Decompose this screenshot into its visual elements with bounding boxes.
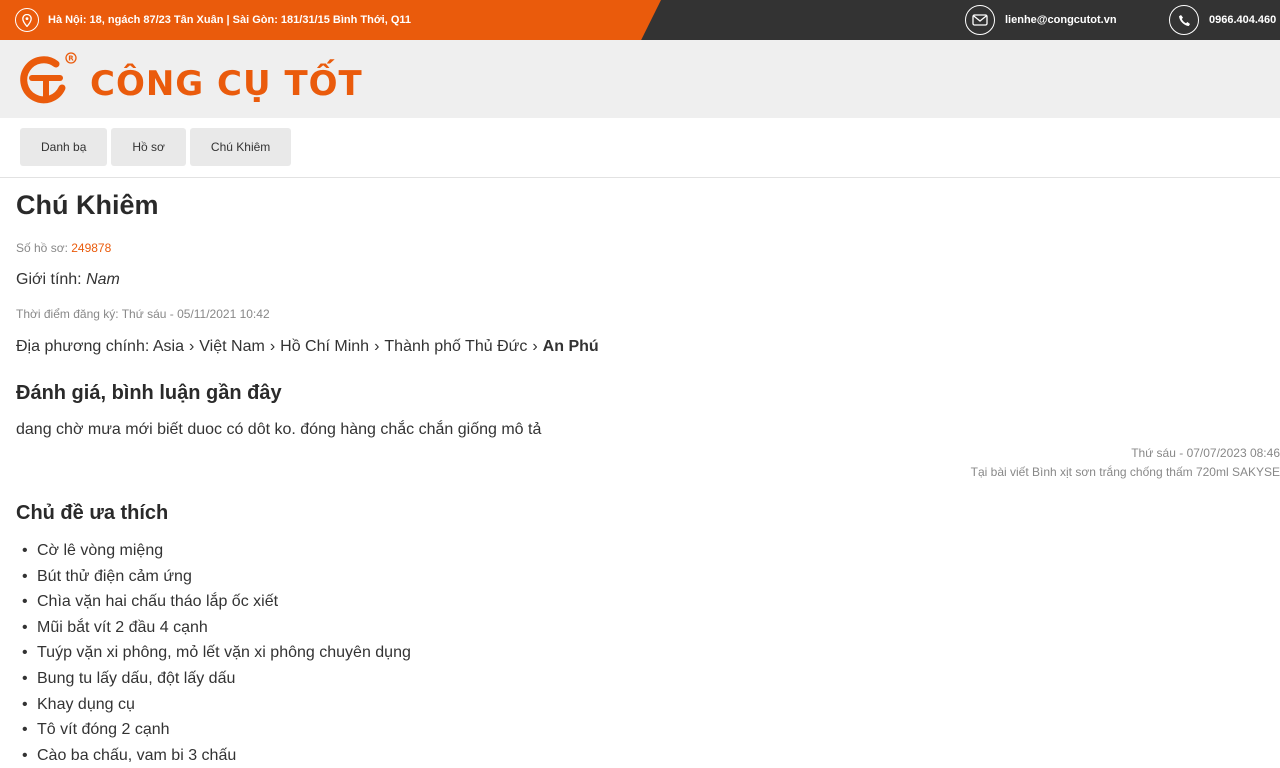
- location-separator: ›: [188, 338, 195, 355]
- location-separator: ›: [269, 338, 276, 355]
- logo-wordmark: CÔNG CỤ TỐT: [90, 64, 363, 104]
- bullet: •: [22, 593, 28, 611]
- location-separator: ›: [532, 338, 538, 355]
- list-item[interactable]: • Bút thử điện cảm ứng: [16, 564, 411, 590]
- list-item[interactable]: • Khay dụng cụ: [16, 692, 411, 718]
- address-text: Hà Nội: 18, ngách 87/23 Tân Xuân | Sài G…: [48, 14, 412, 26]
- review-source-link[interactable]: Tại bài viết Bình xịt sơn trắng chống th…: [971, 465, 1280, 479]
- bullet: •: [22, 721, 28, 739]
- location-an-phu: An Phú: [542, 338, 599, 355]
- profile-number: Số hồ sơ: 249878: [16, 241, 111, 255]
- top-contact-bar: Hà Nội: 18, ngách 87/23 Tân Xuân | Sài G…: [0, 0, 1280, 40]
- list-item[interactable]: • Chìa vặn hai chấu tháo lắp ốc xiết: [16, 589, 411, 615]
- list-item[interactable]: • Cờ lê vòng miệng: [16, 538, 411, 564]
- logo-mark-icon: R: [20, 52, 77, 104]
- breadcrumb-ho-so[interactable]: Hồ sơ: [111, 128, 186, 166]
- registration-time: Thời điểm đăng ký: Thứ sáu - 05/11/2021 …: [16, 307, 270, 321]
- list-item[interactable]: • Mũi bắt vít 2 đầu 4 cạnh: [16, 615, 411, 641]
- location-asia[interactable]: Asia: [153, 338, 184, 355]
- list-item[interactable]: • Bung tu lấy dấu, đột lấy dấu: [16, 666, 411, 692]
- bullet: •: [22, 542, 28, 559]
- bullet: •: [22, 695, 28, 713]
- location-ho-chi-minh[interactable]: Hồ Chí Minh: [280, 338, 369, 355]
- svg-text:R: R: [68, 55, 74, 63]
- gender-value: Nam: [86, 271, 120, 288]
- phone-text: 0966.404.460: [1209, 14, 1277, 26]
- location-thu-duc[interactable]: Thành phố Thủ Đức: [384, 338, 527, 355]
- favorite-topic: Bung tu lấy dấu, đột lấy dấu: [37, 669, 236, 687]
- list-item[interactable]: • Tuýp vặn xi phông, mỏ lết vặn xi phông …: [16, 640, 411, 666]
- email-text: lienhe@congcutot.vn: [1005, 14, 1117, 26]
- location-row: Địa phương chính: Asia › Việt Nam › Hồ Chí M…: [16, 338, 599, 356]
- bullet: •: [22, 746, 28, 764]
- favorites-heading: Chủ đề ưa thích: [16, 502, 169, 524]
- location-vietnam[interactable]: Việt Nam: [199, 338, 265, 355]
- review-text: dang chờ mưa mới biết duoc có dôt ko. đó…: [16, 421, 542, 438]
- profile-number-value: 249878: [71, 241, 112, 255]
- site-logo[interactable]: R CÔNG CỤ TỐT: [16, 50, 363, 110]
- review-meta: Thứ sáu - 07/07/2023 08:46 Tại bài viết …: [971, 444, 1280, 482]
- favorite-topic: Bút thử điện cảm ứng: [37, 567, 192, 585]
- gender-label: Giới tính:: [16, 271, 87, 288]
- favorite-topic: Tuýp vặn xi phông, mỏ lết vặn xi phông c…: [37, 644, 411, 662]
- breadcrumb-current-profile[interactable]: Chú Khiêm: [189, 128, 292, 166]
- profile-number-label: Số hồ sơ:: [16, 241, 72, 255]
- address-info: Hà Nội: 18, ngách 87/23 Tân Xuân | Sài G…: [15, 0, 411, 40]
- header-divider: [0, 177, 1280, 178]
- location-pin-icon: [15, 8, 39, 32]
- list-item[interactable]: • Tô vít đóng 2 cạnh: [16, 717, 411, 743]
- phone-icon: [1169, 5, 1199, 35]
- bullet: •: [22, 669, 28, 687]
- location-separator: ›: [374, 338, 380, 355]
- review-date: Thứ sáu - 07/07/2023 08:46: [1131, 446, 1280, 460]
- bullet: •: [22, 618, 28, 636]
- favorites-list: • Cờ lê vòng miệng • Bút thử điện cảm ứng …: [16, 538, 411, 768]
- favorite-topic: Tô vít đóng 2 cạnh: [37, 721, 170, 739]
- favorite-topic: Mũi bắt vít 2 đầu 4 cạnh: [37, 618, 208, 636]
- mail-icon: [965, 5, 995, 35]
- bullet: •: [22, 567, 28, 585]
- site-header: R CÔNG CỤ TỐT: [0, 40, 1280, 118]
- phone-link[interactable]: 0966.404.460: [1169, 0, 1276, 40]
- breadcrumb: Danh bạ Hồ sơ Chú Khiêm: [20, 128, 292, 166]
- list-item[interactable]: • Cào ba chấu, vam bi 3 chấu: [16, 743, 411, 768]
- email-link[interactable]: lienhe@congcutot.vn: [965, 0, 1117, 40]
- favorite-topic: Khay dụng cụ: [37, 695, 135, 713]
- gender-row: Giới tính: Nam: [16, 271, 120, 289]
- favorite-topic: Cờ lê vòng miệng: [37, 542, 164, 559]
- bullet: •: [22, 644, 28, 662]
- favorite-topic: Chìa vặn hai chấu tháo lắp ốc xiết: [37, 593, 279, 611]
- location-label: Địa phương chính:: [16, 338, 153, 355]
- page-title: Chú Khiêm: [16, 190, 159, 220]
- favorite-topic: Cào ba chấu, vam bi 3 chấu: [37, 746, 237, 764]
- reviews-heading: Đánh giá, bình luận gần đây: [16, 382, 282, 404]
- breadcrumb-danh-ba[interactable]: Danh bạ: [20, 128, 108, 166]
